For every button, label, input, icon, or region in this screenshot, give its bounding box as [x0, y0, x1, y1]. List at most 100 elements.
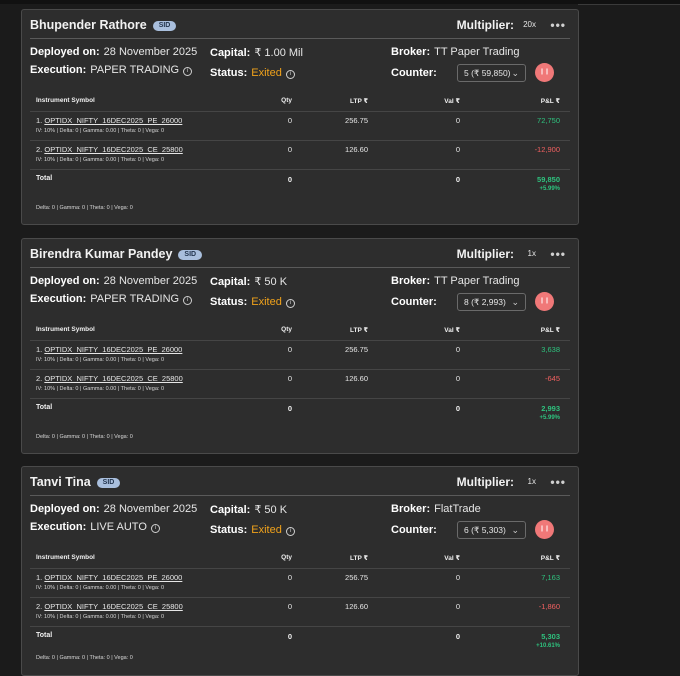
user-name: Tanvi Tina SID: [30, 475, 121, 489]
total-pnl-percent: +10.61%: [536, 643, 560, 649]
pause-button[interactable]: ❙❙: [535, 520, 554, 539]
user-name: Birendra Kumar Pandey SID: [30, 247, 203, 261]
card-header: Bhupender Rathore SID Multiplier: 20x •••: [30, 10, 570, 39]
col-pnl: P&L ₹: [540, 555, 560, 562]
info-icon[interactable]: i: [183, 296, 193, 305]
more-options-icon[interactable]: •••: [550, 247, 566, 261]
more-options-icon[interactable]: •••: [550, 475, 566, 489]
total-qty: 0: [287, 404, 292, 413]
col-ltp: LTP ₹: [349, 98, 368, 105]
qty-cell: 0: [287, 116, 292, 125]
info-icon[interactable]: i: [285, 70, 295, 79]
row-divider: [30, 568, 570, 569]
pause-button[interactable]: ❙❙: [535, 63, 554, 82]
broker: Broker: TT Paper Trading: [391, 275, 520, 287]
row-divider: [30, 626, 570, 627]
multiplier-value: 1x: [527, 249, 536, 258]
total-greeks: Delta: 0 | Gamma: 0 | Theta: 0 | Vega: 0: [36, 655, 133, 661]
strategy-card: Bhupender Rathore SID Multiplier: 20x •••…: [21, 9, 579, 225]
instrument-cell: 2. OPTIDX_NIFTY_16DEC2025_CE_25800: [36, 374, 183, 383]
instrument-cell: 1. OPTIDX_NIFTY_16DEC2025_PE_26000: [36, 573, 183, 582]
multiplier-label: Multiplier:: [456, 18, 514, 32]
col-instrument-symbol: Instrument Symbol: [36, 326, 95, 333]
execution: Execution: PAPER TRADING i: [30, 64, 193, 76]
pnl-cell: -645: [544, 374, 560, 383]
val-cell: 0: [455, 145, 460, 154]
instrument-link[interactable]: OPTIDX_NIFTY_16DEC2025_PE_26000: [44, 573, 182, 582]
qty-cell: 0: [287, 374, 292, 383]
row-divider: [30, 597, 570, 598]
col-instrument-symbol: Instrument Symbol: [36, 554, 95, 561]
deployed-on: Deployed on: 28 November 2025: [30, 503, 198, 515]
row-divider: [30, 169, 570, 170]
user-name: Bhupender Rathore SID: [30, 18, 177, 32]
counter-select[interactable]: 6 (₹ 5,303) ⌄: [457, 521, 526, 539]
info-icon[interactable]: i: [285, 527, 295, 536]
status: Status: Exited i: [210, 296, 295, 308]
total-greeks: Delta: 0 | Gamma: 0 | Theta: 0 | Vega: 0: [36, 434, 133, 440]
positions-table: Instrument Symbol Qty LTP ₹ Val ₹ P&L ₹ …: [30, 554, 570, 669]
info-icon[interactable]: i: [150, 524, 160, 533]
pnl-cell: -12,900: [534, 145, 560, 154]
counter-select[interactable]: 5 (₹ 59,850) ⌄: [457, 64, 526, 82]
pnl-cell: 3,638: [541, 345, 560, 354]
instrument-link[interactable]: OPTIDX_NIFTY_16DEC2025_CE_25800: [44, 602, 182, 611]
sid-badge: SID: [178, 250, 203, 260]
total-val: 0: [455, 175, 460, 184]
val-cell: 0: [455, 116, 460, 125]
instrument-cell: 1. OPTIDX_NIFTY_16DEC2025_PE_26000: [36, 345, 183, 354]
status-value: Exited: [251, 296, 282, 308]
qty-cell: 0: [287, 345, 292, 354]
info-icon[interactable]: i: [183, 67, 193, 76]
deployed-on: Deployed on: 28 November 2025: [30, 275, 198, 287]
instrument-cell: 1. OPTIDX_NIFTY_16DEC2025_PE_26000: [36, 116, 183, 125]
positions-table: Instrument Symbol Qty LTP ₹ Val ₹ P&L ₹ …: [30, 97, 570, 222]
chevron-down-icon: ⌄: [511, 297, 519, 307]
strategy-card: Birendra Kumar Pandey SID Multiplier: 1x …: [21, 238, 579, 454]
total-label: Total: [36, 632, 53, 639]
instrument-link[interactable]: OPTIDX_NIFTY_16DEC2025_CE_25800: [44, 374, 182, 383]
chevron-down-icon: ⌄: [511, 525, 519, 535]
total-pnl: 2,993: [541, 404, 560, 413]
status: Status: Exited i: [210, 524, 295, 536]
more-options-icon[interactable]: •••: [550, 18, 566, 32]
col-qty: Qty: [281, 97, 292, 104]
positions-table: Instrument Symbol Qty LTP ₹ Val ₹ P&L ₹ …: [30, 326, 570, 451]
execution: Execution: PAPER TRADING i: [30, 293, 193, 305]
broker: Broker: TT Paper Trading: [391, 46, 520, 58]
instrument-link[interactable]: OPTIDX_NIFTY_16DEC2025_PE_26000: [44, 345, 182, 354]
status-value: Exited: [251, 67, 282, 79]
instrument-link[interactable]: OPTIDX_NIFTY_16DEC2025_CE_25800: [44, 145, 182, 154]
row-greeks: IV: 10% | Delta: 0 | Gamma: 0.00 | Theta…: [36, 585, 165, 591]
counter-select[interactable]: 8 (₹ 2,993) ⌄: [457, 293, 526, 311]
pause-button[interactable]: ❙❙: [535, 292, 554, 311]
capital: Capital: ₹ 1.00 Mil: [210, 47, 303, 59]
col-ltp: LTP ₹: [349, 555, 368, 562]
ltp-cell: 126.60: [345, 602, 368, 611]
multiplier-label: Multiplier:: [456, 475, 514, 489]
row-divider: [30, 140, 570, 141]
ltp-cell: 126.60: [345, 374, 368, 383]
total-val: 0: [455, 404, 460, 413]
total-pnl: 5,303: [541, 632, 560, 641]
col-val: Val ₹: [444, 555, 460, 562]
counter-label: Counter:: [391, 67, 437, 79]
pnl-cell: 72,750: [537, 116, 560, 125]
col-ltp: LTP ₹: [349, 327, 368, 334]
status: Status: Exited i: [210, 67, 295, 79]
info-icon[interactable]: i: [285, 299, 295, 308]
total-pnl-percent: +5.99%: [539, 415, 560, 421]
instrument-cell: 2. OPTIDX_NIFTY_16DEC2025_CE_25800: [36, 602, 183, 611]
pnl-cell: 7,163: [541, 573, 560, 582]
row-divider: [30, 398, 570, 399]
total-val: 0: [455, 632, 460, 641]
col-qty: Qty: [281, 554, 292, 561]
instrument-link[interactable]: OPTIDX_NIFTY_16DEC2025_PE_26000: [44, 116, 182, 125]
execution: Execution: LIVE AUTO i: [30, 521, 160, 533]
ltp-cell: 256.75: [345, 345, 368, 354]
total-label: Total: [36, 175, 53, 182]
top-bar-accent: [578, 4, 680, 5]
col-qty: Qty: [281, 326, 292, 333]
card-header: Birendra Kumar Pandey SID Multiplier: 1x …: [30, 239, 570, 268]
total-qty: 0: [287, 632, 292, 641]
